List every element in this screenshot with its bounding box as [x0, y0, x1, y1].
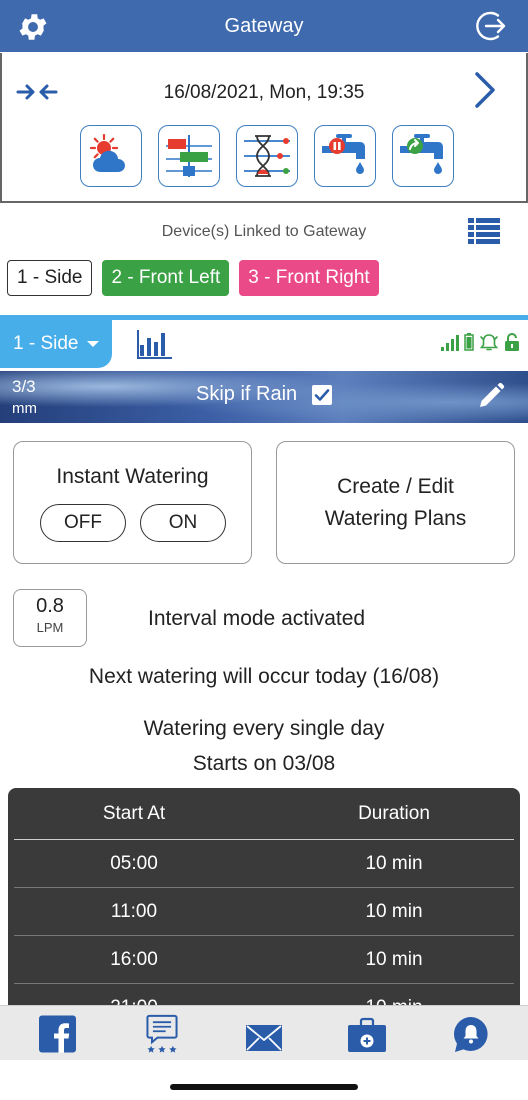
skip-if-rain-checkbox[interactable] [312, 385, 332, 405]
rain-banner: 3/3 mm Skip if Rain [0, 371, 528, 423]
skip-if-rain-label: Skip if Rain [196, 383, 298, 405]
bottom-nav [0, 1005, 528, 1060]
device-status-icons [441, 333, 520, 351]
home-indicator-area [0, 1060, 528, 1100]
lock-open-icon [505, 333, 519, 351]
plans-line-1: Create / Edit [337, 474, 454, 498]
row-start: 16:00 [110, 948, 158, 970]
checkmark-icon [314, 389, 330, 401]
datetime-panel: 16/08/2021, Mon, 19:35 [0, 53, 528, 203]
mail-icon[interactable] [245, 1018, 283, 1058]
alarm-icon [479, 334, 499, 351]
row-start: 05:00 [110, 852, 158, 874]
instant-off-button[interactable]: OFF [40, 504, 126, 542]
bar-chart-icon[interactable] [137, 329, 173, 359]
battery-icon [464, 333, 474, 351]
device-chip-front-left[interactable]: 2 - Front Left [102, 260, 230, 296]
row-duration: 10 min [365, 852, 423, 874]
notification-bell-icon[interactable] [452, 1015, 490, 1055]
pencil-icon[interactable] [474, 381, 506, 413]
device-chip-front-right[interactable]: 3 - Front Right [239, 260, 379, 296]
flow-rate-badge: 0.8 LPM [13, 589, 87, 647]
instant-watering-title: Instant Watering [56, 465, 209, 488]
table-row[interactable]: 05:00 10 min [14, 840, 514, 888]
weather-icon [89, 134, 125, 172]
row-duration: 10 min [365, 948, 423, 970]
chevron-right-icon[interactable] [474, 71, 496, 109]
flow-rate-value: 0.8 [36, 595, 64, 617]
signal-icon [441, 335, 459, 351]
caret-down-icon [87, 341, 100, 347]
next-watering-text: Next watering will occur today (16/08) [88, 665, 440, 688]
table-row[interactable]: 16:00 10 min [14, 936, 514, 984]
header-start-at: Start At [102, 802, 166, 824]
linked-devices-label: Device(s) Linked to Gateway [161, 223, 367, 240]
tap-pause-button[interactable] [314, 125, 376, 187]
device-selector-label: 1 - Side [13, 333, 79, 354]
watering-frequency-text: Watering every single day [143, 717, 385, 740]
device-chip-side[interactable]: 1 - Side [7, 260, 93, 296]
header-duration: Duration [358, 802, 430, 824]
rain-amount: 3/3 [12, 377, 36, 396]
tap-forward-icon [400, 134, 443, 174]
flow-rate-unit: LPM [36, 620, 64, 635]
row-duration: 10 min [365, 900, 423, 922]
weather-button[interactable] [80, 125, 142, 187]
home-indicator[interactable] [170, 1084, 358, 1090]
tap-forward-button[interactable] [392, 125, 454, 187]
hourglass-button[interactable] [236, 125, 298, 187]
facebook-icon[interactable] [39, 1014, 76, 1054]
tool-buttons [80, 125, 454, 187]
current-datetime: 16/08/2021, Mon, 19:35 [163, 82, 365, 103]
row-start: 11:00 [110, 900, 158, 922]
logout-icon[interactable] [474, 8, 510, 44]
create-edit-plans-button[interactable]: Create / Edit Watering Plans [276, 441, 515, 564]
instant-on-button[interactable]: ON [140, 504, 226, 542]
medical-kit-icon[interactable] [347, 1015, 387, 1055]
start-date-text: Starts on 03/08 [192, 752, 336, 775]
device-chips: 1 - Side 2 - Front Left 3 - Front Right [7, 260, 379, 296]
plans-line-2: Watering Plans [324, 506, 467, 530]
table-header: Start At Duration [14, 788, 514, 840]
top-bar: Gateway [0, 0, 528, 52]
mode-status: Interval mode activated [148, 607, 366, 630]
reviews-icon[interactable] [143, 1014, 181, 1054]
rain-unit: mm [12, 400, 37, 417]
device-selector[interactable]: 1 - Side [0, 320, 112, 368]
schedule-bars-button[interactable] [158, 125, 220, 187]
list-icon[interactable] [468, 218, 500, 244]
page-title: Gateway [224, 15, 304, 37]
schedule-table: Start At Duration 05:00 10 min 11:00 10 … [8, 788, 520, 1018]
hourglass-icon [244, 135, 290, 177]
schedule-bars-icon [166, 135, 212, 177]
table-row[interactable]: 11:00 10 min [14, 888, 514, 936]
instant-watering-card: Instant Watering OFF ON [13, 441, 252, 564]
tap-pause-icon [322, 134, 365, 174]
